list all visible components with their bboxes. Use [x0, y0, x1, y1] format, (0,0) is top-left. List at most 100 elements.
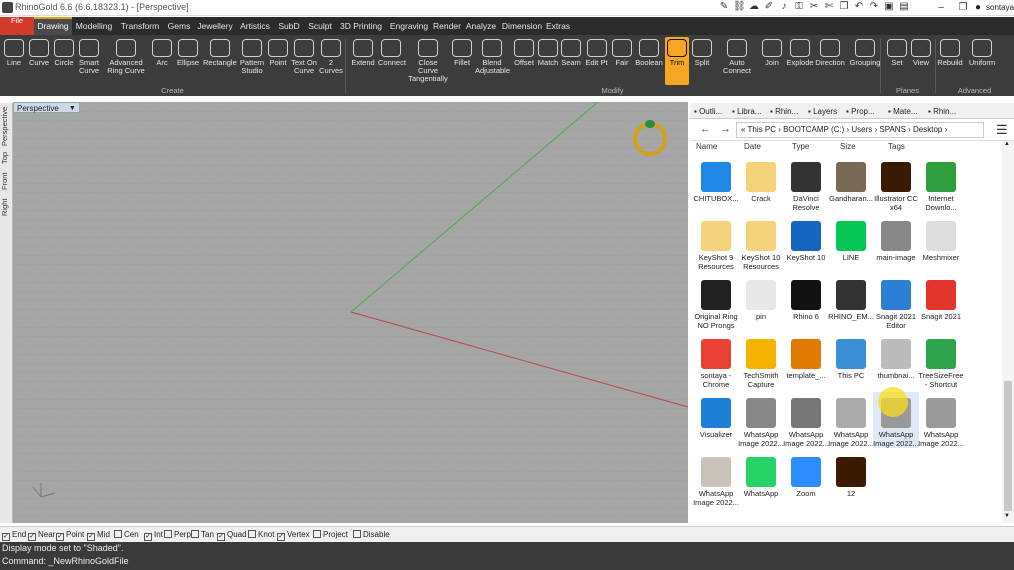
osnap-int[interactable]: ✓ Int — [144, 529, 163, 541]
advanced-ring-curve-button[interactable]: Advanced Ring Curve — [103, 37, 149, 85]
save-icon[interactable]: ▣ — [883, 1, 895, 13]
grouping-button[interactable]: Grouping — [847, 37, 883, 85]
column-header-tags[interactable]: Tags — [888, 142, 905, 151]
checkbox-icon[interactable]: ✓ — [2, 533, 10, 541]
text-on-curve-button[interactable]: Text On Curve — [290, 37, 318, 85]
checkbox-icon[interactable]: ✓ — [28, 533, 36, 541]
perspective-viewport[interactable]: Perspective ▼ — [13, 102, 688, 523]
tab-transform[interactable]: Transform — [116, 17, 164, 35]
close-curve-tangentially-button[interactable]: Close Curve Tangentially — [408, 37, 448, 85]
panel-tab-1[interactable]: ▪ Libra... — [732, 105, 762, 118]
file-item[interactable]: WhatsApp Image 2022... — [693, 451, 739, 507]
file-item[interactable]: Visualizer — [693, 392, 739, 448]
file-item[interactable]: WhatsApp Image 2022... — [738, 392, 784, 448]
tab-extras[interactable]: Extras — [544, 17, 572, 35]
user-avatar-icon[interactable]: ● — [975, 2, 981, 13]
file-item[interactable]: WhatsApp — [738, 451, 784, 507]
file-item[interactable]: KeyShot 10 — [783, 215, 829, 271]
file-item[interactable]: Gandharan... — [828, 156, 874, 212]
forward-arrow-icon[interactable]: → — [720, 123, 731, 135]
osnap-knot[interactable]: Knot — [248, 529, 274, 540]
file-item[interactable]: RHINO_EM... — [828, 274, 874, 330]
scroll-up-icon[interactable]: ▲ — [1004, 141, 1010, 147]
match-button[interactable]: Match — [537, 37, 559, 85]
checkbox-icon[interactable] — [248, 530, 256, 538]
blend-adjustable-button[interactable]: Blend Adjustable — [475, 37, 510, 85]
point-button[interactable]: Point — [268, 37, 288, 85]
link-icon[interactable]: ⛓ — [733, 1, 746, 13]
address-bar[interactable]: « This PC › BOOTCAMP (C:) › Users › SPAN… — [736, 122, 984, 138]
file-item[interactable]: WhatsApp Image 2022... — [918, 392, 964, 448]
file-item[interactable]: Zoom — [783, 451, 829, 507]
cloud-icon[interactable]: ☁ — [748, 1, 760, 13]
scrollbar-thumb[interactable] — [1004, 381, 1012, 511]
file-item[interactable]: TreeSizeFree - Shortcut — [918, 333, 964, 389]
tab-engraving[interactable]: Engraving — [386, 17, 432, 35]
tab-gems[interactable]: Gems — [164, 17, 194, 35]
command-area[interactable]: Display mode set to "Shaded". Command: _… — [0, 542, 1014, 570]
circle-button[interactable]: Circle — [53, 37, 75, 85]
file-item[interactable]: thumbnai... — [873, 333, 919, 389]
file-item[interactable]: KeyShot 9 Resources — [693, 215, 739, 271]
seam-button[interactable]: Seam — [560, 37, 582, 85]
ring-gumball-icon[interactable] — [633, 120, 667, 156]
side-tab-right[interactable]: Right — [0, 196, 13, 218]
panel-tab-5[interactable]: ▪ Mate... — [888, 105, 918, 118]
column-header-name[interactable]: Name — [696, 142, 717, 151]
smart-curve-button[interactable]: Smart Curve — [77, 37, 101, 85]
osnap-vertex[interactable]: ✓ Vertex — [277, 529, 310, 541]
osnap-perp[interactable]: Perp — [164, 529, 191, 540]
line-button[interactable]: Line — [3, 37, 25, 85]
folder-icon[interactable]: ▤ — [898, 1, 910, 13]
tab-sculpt[interactable]: Sculpt — [304, 17, 336, 35]
tab-dimension[interactable]: Dimension — [500, 17, 544, 35]
checkbox-icon[interactable] — [164, 530, 172, 538]
cut-icon[interactable]: ✄ — [823, 1, 835, 13]
uniform-button[interactable]: Uniform — [965, 37, 999, 85]
tab-file[interactable]: File — [0, 16, 34, 35]
view-button[interactable]: View — [910, 37, 932, 85]
back-arrow-icon[interactable]: ← — [700, 123, 711, 135]
ellipse-button[interactable]: Ellipse — [175, 37, 201, 85]
tab-subd[interactable]: SubD — [274, 17, 304, 35]
curve-button[interactable]: Curve — [27, 37, 51, 85]
2-curves-button[interactable]: 2 Curves — [319, 37, 343, 85]
file-item[interactable]: WhatsApp Image 2022... — [783, 392, 829, 448]
command-prompt[interactable]: Command: _NewRhinoGoldFile — [2, 555, 1014, 568]
panel-tab-4[interactable]: ▪ Prop... — [846, 105, 875, 118]
osnap-point[interactable]: ✓ Point — [56, 529, 84, 541]
scroll-down-icon[interactable]: ▼ — [1004, 513, 1010, 519]
file-item[interactable]: WhatsApp Image 2022... — [828, 392, 874, 448]
tab-modelling[interactable]: Modelling — [72, 17, 116, 35]
checkbox-icon[interactable]: ✓ — [56, 533, 64, 541]
edit-icon[interactable]: ✐ — [763, 1, 775, 13]
file-item[interactable]: Internet Downlo... — [918, 156, 964, 212]
side-tab-top[interactable]: Top — [0, 149, 13, 167]
checkbox-icon[interactable]: ✓ — [277, 533, 285, 541]
panel-tab-0[interactable]: ▪ Outli... — [694, 105, 722, 118]
tab-3d-printing[interactable]: 3D Printing — [336, 17, 386, 35]
side-tab-front[interactable]: Front — [0, 169, 13, 193]
rebuild-button[interactable]: Rebuild — [937, 37, 963, 85]
file-item[interactable]: main-image — [873, 215, 919, 271]
mic-icon[interactable]: ♪ — [778, 1, 790, 13]
osnap-tan[interactable]: Tan — [191, 529, 214, 540]
boolean-button[interactable]: Boolean — [635, 37, 663, 85]
arc-button[interactable]: Arc — [150, 37, 174, 85]
file-item[interactable]: pin — [738, 274, 784, 330]
checkbox-icon[interactable] — [313, 530, 321, 538]
panel-tab-2[interactable]: ▪ Rhin... — [770, 105, 798, 118]
viewport-title[interactable]: Perspective ▼ — [13, 102, 80, 113]
explorer-scrollbar[interactable]: ▲ ▼ — [1002, 141, 1014, 523]
pen-icon[interactable]: ✎ — [718, 1, 730, 13]
undo-icon[interactable]: ↶ — [853, 1, 865, 13]
file-item[interactable]: Illustrator CC x64 — [873, 156, 919, 212]
file-item[interactable]: Original Ring NO Prongs — [693, 274, 739, 330]
tab-render[interactable]: Render — [432, 17, 462, 35]
pattern-studio-button[interactable]: Pattern Studio — [238, 37, 266, 85]
file-item[interactable]: Rhino 6 — [783, 274, 829, 330]
fair-button[interactable]: Fair — [611, 37, 633, 85]
checkbox-icon[interactable] — [353, 530, 361, 538]
file-item[interactable]: LINE — [828, 215, 874, 271]
scissors-icon[interactable]: ✂ — [808, 1, 820, 13]
